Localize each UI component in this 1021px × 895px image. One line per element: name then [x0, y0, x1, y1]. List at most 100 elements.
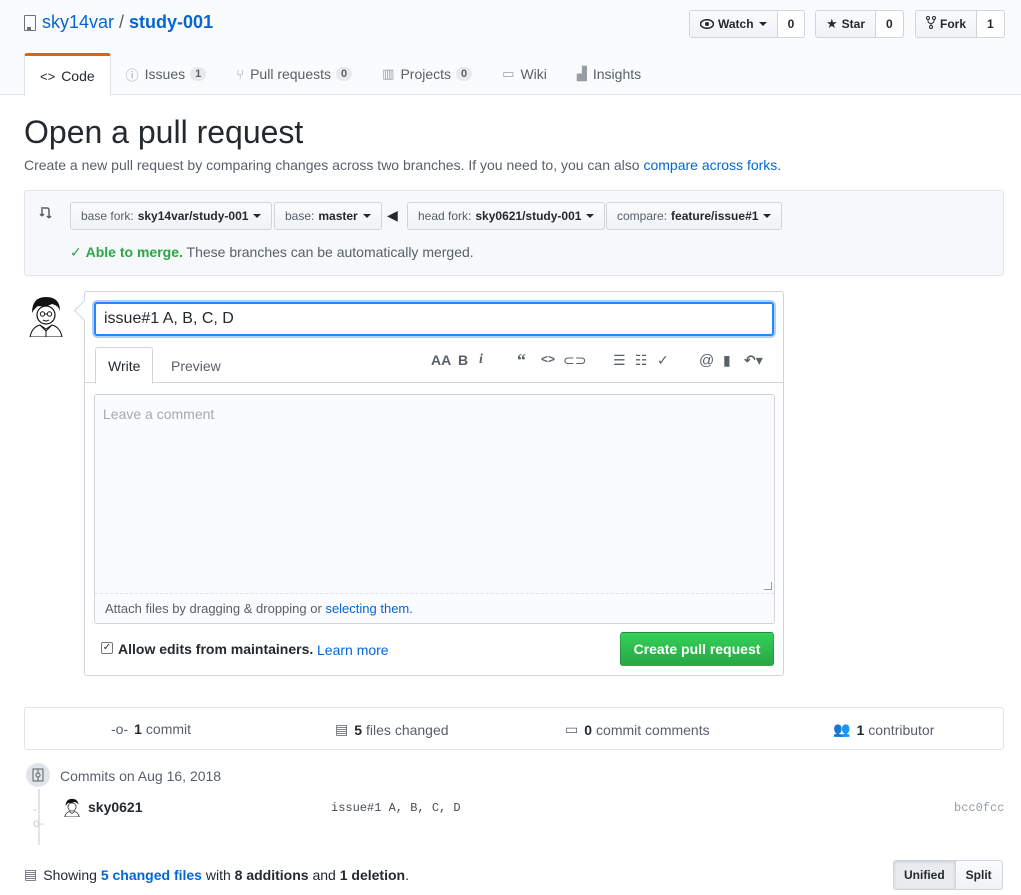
- comments-label: commit comments: [596, 721, 710, 738]
- commits-label: commit: [145, 721, 192, 737]
- link-icon[interactable]: ⊂⊃: [563, 352, 586, 369]
- tab-insights[interactable]: ▟ Insights: [562, 53, 656, 95]
- base-fork-select[interactable]: base fork: sky14var/study-001: [70, 202, 273, 230]
- list-ordered-icon[interactable]: ☷: [635, 352, 648, 369]
- learn-more-link[interactable]: Learn more: [317, 642, 389, 658]
- tab-pull-requests[interactable]: ⑂ Pull requests 0: [221, 53, 367, 95]
- compare-branch-select[interactable]: compare: feature/issue#1: [606, 202, 783, 230]
- contributors-label: contributor: [868, 721, 935, 738]
- graph-icon: ▟: [576, 66, 587, 81]
- watch-button[interactable]: Watch: [689, 10, 778, 38]
- base-fork-value: sky14var/study-001: [137, 209, 249, 223]
- pr-title-input[interactable]: issue#1 A, B, C, D: [94, 302, 774, 336]
- fork-icon: [926, 16, 936, 32]
- chevron-down-icon: [586, 214, 595, 218]
- list-unordered-icon[interactable]: ☰: [613, 352, 626, 369]
- commits-count: 1: [134, 721, 142, 737]
- star-group: ★ Star 0: [815, 10, 904, 38]
- fork-group: Fork 1: [915, 10, 1005, 38]
- unified-button[interactable]: Unified: [893, 860, 956, 890]
- summary-contributors[interactable]: 👥 1 contributor: [833, 721, 934, 738]
- reply-icon[interactable]: ↶▾: [744, 352, 763, 369]
- compare-forks-link[interactable]: compare across forks.: [643, 157, 781, 173]
- page-subtitle: Create a new pull request by comparing c…: [24, 157, 781, 173]
- tab-preview[interactable]: Preview: [159, 347, 233, 384]
- mention-icon[interactable]: @: [699, 352, 714, 369]
- period-text: .: [405, 866, 409, 883]
- select-files-link[interactable]: selecting them.: [325, 601, 412, 616]
- commit-author-avatar[interactable]: [62, 797, 82, 818]
- tab-pulls-label: Pull requests: [250, 66, 332, 82]
- avatar[interactable]: [24, 293, 68, 338]
- tab-code[interactable]: <> Code: [24, 53, 111, 96]
- compare-icon[interactable]: [39, 205, 57, 223]
- diffstat-summary: ▤ Showing 5 changed files with 8 additio…: [24, 866, 409, 883]
- pull-request-icon: ⑂: [236, 66, 245, 82]
- tab-write[interactable]: Write: [95, 347, 154, 384]
- tasklist-icon[interactable]: ✓: [657, 352, 669, 369]
- subtitle-text: Create a new pull request by comparing c…: [24, 157, 640, 173]
- bookmark-icon[interactable]: ▮: [723, 352, 731, 369]
- base-label: base:: [285, 209, 315, 223]
- files-label: files changed: [366, 721, 449, 738]
- comment-placeholder: Leave a comment: [103, 406, 215, 422]
- bold-icon[interactable]: B: [458, 352, 468, 368]
- project-icon: ▥: [382, 66, 395, 81]
- resize-handle[interactable]: [764, 582, 772, 590]
- fork-label: Fork: [940, 17, 967, 31]
- and-text: and: [312, 866, 336, 883]
- tab-wiki-label: Wiki: [520, 66, 547, 82]
- range-editor: base fork: sky14var/study-001 base: mast…: [24, 190, 1004, 276]
- compare-label: compare:: [617, 209, 668, 223]
- tab-issues[interactable]: ⓘ Issues 1: [111, 53, 222, 95]
- italic-icon[interactable]: i: [479, 352, 483, 368]
- git-commit-icon: -o-: [111, 721, 129, 737]
- repo-tabs: <> Code ⓘ Issues 1 ⑂ Pull requests 0 ▥ P…: [24, 53, 656, 96]
- changed-files-link[interactable]: 5 changed files: [101, 867, 202, 883]
- tab-projects[interactable]: ▥ Projects 0: [367, 53, 487, 95]
- repo-owner-link[interactable]: sky14var: [42, 12, 114, 33]
- summary-files[interactable]: ▤ 5 files changed: [335, 721, 449, 738]
- star-button[interactable]: ★ Star: [815, 10, 876, 38]
- chevron-down-icon: [763, 214, 772, 218]
- commit-sha-link[interactable]: bcc0fcc: [954, 801, 1004, 815]
- text-size-icon[interactable]: AA: [431, 352, 451, 368]
- base-value: master: [318, 209, 358, 223]
- merge-ok-text: Able to merge.: [85, 244, 183, 260]
- attach-text: Attach files by dragging & dropping or: [105, 601, 322, 616]
- additions-count: 8 additions: [234, 866, 309, 883]
- tab-wiki[interactable]: ▭ Wiki: [487, 53, 562, 95]
- fork-button[interactable]: Fork: [915, 10, 978, 38]
- code-icon[interactable]: <>: [541, 352, 555, 366]
- file-diff-icon: ▤: [335, 721, 349, 737]
- allow-edits-label: Allow edits from maintainers.: [118, 641, 314, 657]
- head-fork-select[interactable]: head fork: sky0621/study-001: [407, 202, 606, 230]
- comments-count: 0: [584, 721, 593, 738]
- summary-comments[interactable]: ▭ 0 commit comments: [565, 721, 710, 738]
- allow-edits-checkbox[interactable]: ✓: [101, 642, 113, 654]
- pulls-counter: 0: [336, 67, 353, 81]
- base-branch-select[interactable]: base: master: [274, 202, 382, 230]
- commit-author-link[interactable]: sky0621: [88, 799, 143, 815]
- tab-insights-label: Insights: [592, 66, 642, 82]
- chevron-down-icon: [362, 214, 371, 218]
- fork-count[interactable]: 1: [977, 10, 1005, 38]
- create-pull-request-button[interactable]: Create pull request: [620, 632, 774, 666]
- quote-icon[interactable]: “: [517, 350, 526, 371]
- diff-view-toggle: Unified Split: [893, 860, 1003, 890]
- split-button[interactable]: Split: [955, 860, 1003, 890]
- git-commit-icon: [24, 761, 52, 789]
- watch-group: Watch 0: [689, 10, 806, 38]
- tab-issues-label: Issues: [144, 66, 186, 82]
- repo-name-link[interactable]: study-001: [129, 12, 213, 33]
- issues-counter: 1: [190, 67, 207, 81]
- people-icon: 👥: [833, 721, 851, 737]
- watch-count[interactable]: 0: [777, 10, 806, 38]
- commit-message-link[interactable]: issue#1 A, B, C, D: [331, 801, 461, 815]
- comment-body[interactable]: Leave a comment Attach files by dragging…: [94, 394, 775, 624]
- star-count[interactable]: 0: [876, 10, 904, 38]
- code-icon: <>: [40, 68, 56, 84]
- commits-timeline: [38, 783, 40, 845]
- issue-icon: ⓘ: [125, 67, 139, 83]
- summary-commits[interactable]: -o- 1 commit: [111, 721, 191, 737]
